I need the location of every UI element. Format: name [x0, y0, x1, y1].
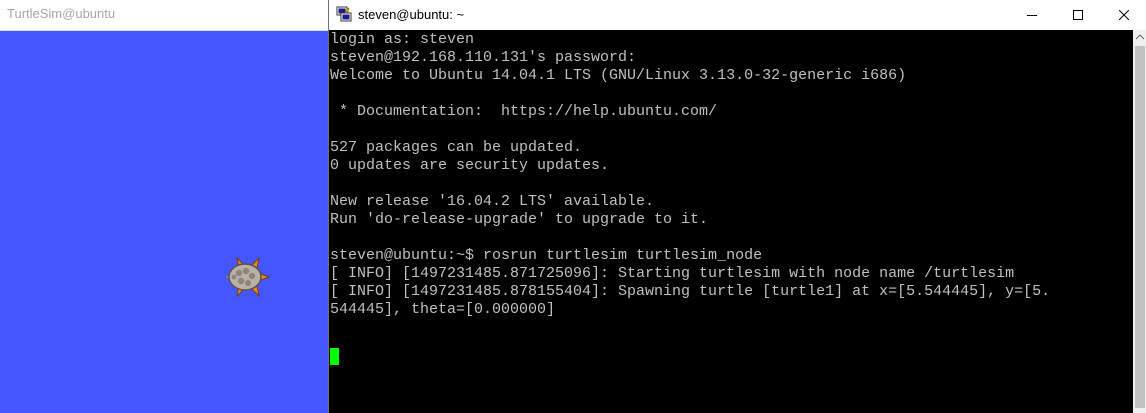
terminal-line: [ INFO] [1497231485.878155404]: Spawning… [330, 283, 1051, 300]
terminal-line: 527 packages can be updated. [330, 139, 583, 156]
terminal-line: Welcome to Ubuntu 14.04.1 LTS (GNU/Linux… [330, 67, 907, 84]
terminal-titlebar[interactable]: steven@ubuntu: ~ [329, 0, 1146, 30]
terminal-body[interactable]: login as: steven steven@192.168.110.131'… [329, 30, 1133, 413]
terminal-line: 544445], theta=[0.000000] [330, 301, 556, 318]
turtlesim-canvas [0, 31, 328, 413]
terminal-output: login as: steven steven@192.168.110.131'… [330, 31, 1050, 319]
terminal-line: * Documentation: https://help.ubuntu.com… [330, 103, 718, 120]
maximize-icon [1073, 10, 1083, 20]
terminal-line: 0 updates are security updates. [330, 157, 610, 174]
turtlesim-window: TurtleSim@ubuntu [0, 0, 328, 413]
minimize-button[interactable] [1009, 0, 1055, 30]
close-button[interactable] [1101, 0, 1146, 30]
terminal-window: steven@ubuntu: ~ login as: steven steven… [328, 0, 1146, 413]
turtlesim-titlebar[interactable]: TurtleSim@ubuntu [0, 0, 328, 31]
turtle-icon [225, 256, 271, 298]
terminal-cursor [330, 348, 339, 365]
terminal-line: login as: steven [330, 31, 475, 48]
terminal-line: steven@ubuntu:~$ rosrun turtlesim turtle… [330, 247, 763, 264]
minimize-icon [1027, 15, 1037, 16]
terminal-line: [ INFO] [1497231485.871725096]: Starting… [330, 265, 1015, 282]
scrollbar-thumb[interactable] [1135, 46, 1145, 408]
terminal-line: New release '16.04.2 LTS' available. [330, 193, 655, 210]
terminal-line: steven@192.168.110.131's password: [330, 49, 637, 66]
putty-icon[interactable] [336, 6, 352, 22]
terminal-line: Run 'do-release-upgrade' to upgrade to i… [330, 211, 709, 228]
maximize-button[interactable] [1055, 0, 1101, 30]
vertical-scrollbar[interactable] [1133, 30, 1146, 413]
close-icon [1119, 10, 1129, 20]
scroll-up-button[interactable] [1133, 30, 1146, 44]
terminal-window-title: steven@ubuntu: ~ [358, 7, 465, 22]
chevron-up-icon [1136, 34, 1144, 40]
turtlesim-window-title: TurtleSim@ubuntu [7, 6, 116, 21]
